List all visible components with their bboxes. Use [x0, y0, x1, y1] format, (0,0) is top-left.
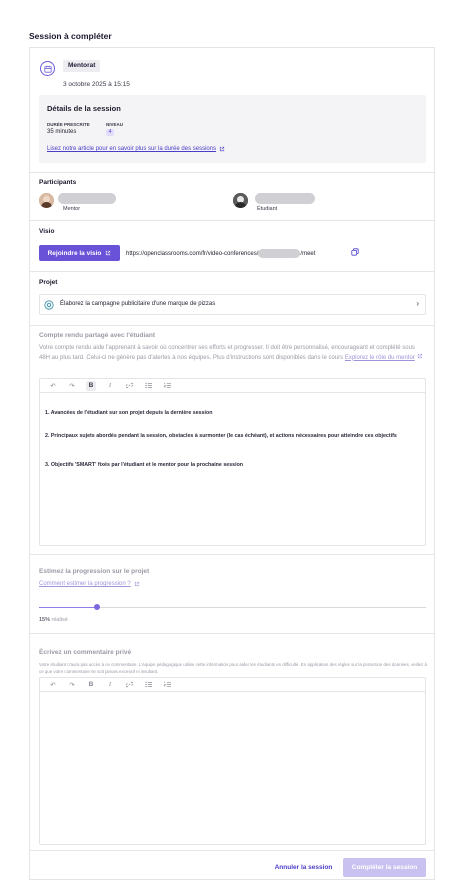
redo-icon[interactable]: ↷ [67, 680, 77, 690]
duration-article-link[interactable]: Lisez notre article pour en savoir plus … [47, 146, 216, 152]
mentor-role-link[interactable]: Explorez le rôle du mentor [345, 355, 415, 361]
visio-title: Visio [39, 228, 55, 235]
progress-title: Estimez la progression sur le projet [39, 568, 150, 575]
project-icon [44, 300, 54, 312]
calendar-icon [40, 61, 55, 76]
divider [30, 554, 434, 555]
redo-icon[interactable]: ↷ [67, 381, 77, 391]
student-name-redacted [255, 193, 315, 204]
report-item-3: 3. Objectifs 'SMART' fixés par l'étudian… [45, 462, 244, 468]
mentor-role: Mentor [63, 206, 81, 212]
bullet-list-icon[interactable] [143, 381, 153, 391]
bold-button[interactable]: B [86, 380, 96, 391]
report-description: Votre compte rendu aide l'apprenant à sa… [39, 345, 425, 362]
divider [30, 271, 434, 272]
progress-value: 15% réalisé [39, 617, 68, 623]
comment-toolbar: ↶ ↷ B I [40, 678, 425, 692]
student-avatar [233, 193, 248, 208]
bullet-list-icon[interactable] [143, 680, 153, 690]
report-item-2: 2. Principaux sujets abordés pendant la … [45, 433, 397, 439]
undo-icon[interactable]: ↶ [48, 381, 58, 391]
project-name: Élaborez la campagne publicitaire d'une … [60, 301, 216, 307]
cancel-session-button[interactable]: Annuler la session [272, 858, 335, 877]
divider [30, 172, 434, 173]
estimate-progress-link[interactable]: Comment estimer la progression ? [39, 581, 131, 587]
complete-session-button[interactable]: Compléter la session [343, 858, 426, 877]
undo-icon[interactable]: ↶ [48, 680, 58, 690]
duration-label: DURÉE PRESCRITE [47, 122, 90, 127]
progress-slider-fill [39, 607, 97, 608]
report-item-1: 1. Avancées de l'étudiant sur son projet… [45, 410, 213, 416]
mentor-avatar [39, 193, 54, 208]
italic-button[interactable]: I [105, 381, 115, 391]
divider [30, 633, 434, 634]
divider [30, 850, 434, 851]
external-link-icon [106, 250, 111, 256]
session-details: Détails de la session DURÉE PRESCRITE 35… [39, 95, 426, 163]
external-link-icon [134, 581, 139, 587]
student-role: Étudiant [257, 206, 278, 212]
report-editor[interactable]: ↶ ↷ B I 1. Avancées de l'étudiant sur so… [39, 378, 426, 546]
divider [30, 325, 434, 326]
details-title: Détails de la session [47, 104, 121, 113]
session-type-badge: Mentorat [63, 60, 101, 72]
private-comment-description: Votre étudiant n'aura pas accès à ce com… [39, 662, 427, 674]
report-title: Compte rendu partagé avec l'étudiant [39, 332, 156, 339]
bold-button[interactable]: B [86, 680, 96, 690]
session-datetime: 3 octobre 2025 à 15:15 [63, 81, 130, 88]
copy-icon[interactable] [351, 248, 359, 258]
page-title: Session à compléter [29, 31, 112, 41]
mentor-name-redacted [58, 193, 116, 204]
progress-slider-thumb[interactable] [94, 604, 100, 610]
report-toolbar: ↶ ↷ B I [40, 379, 425, 393]
join-visio-button[interactable]: Rejoindre la visio [39, 245, 120, 261]
project-row[interactable]: Élaborez la campagne publicitaire d'une … [39, 294, 426, 315]
project-title: Projet [39, 279, 58, 286]
duration-value: 35 minutes [47, 129, 77, 135]
numbered-list-icon[interactable] [162, 680, 172, 690]
participants-title: Participants [39, 179, 77, 186]
level-label: NIVEAU [106, 122, 124, 127]
link-icon[interactable] [124, 680, 134, 690]
visio-id-redacted [258, 249, 301, 258]
chevron-right-icon: › [416, 299, 419, 308]
external-link-icon [417, 353, 422, 358]
link-icon[interactable] [124, 381, 134, 391]
private-comment-title: Écrivez un commentaire privé [39, 649, 132, 656]
italic-button[interactable]: I [105, 680, 115, 690]
level-badge: 4 [106, 129, 114, 136]
numbered-list-icon[interactable] [162, 381, 172, 391]
visio-url: https://openclassrooms.com/fr/video-conf… [126, 249, 316, 258]
external-link-icon [219, 146, 225, 152]
divider [30, 220, 434, 221]
session-card: Mentorat 3 octobre 2025 à 15:15 Détails … [29, 47, 435, 880]
private-comment-editor[interactable]: ↶ ↷ B I [39, 677, 426, 845]
